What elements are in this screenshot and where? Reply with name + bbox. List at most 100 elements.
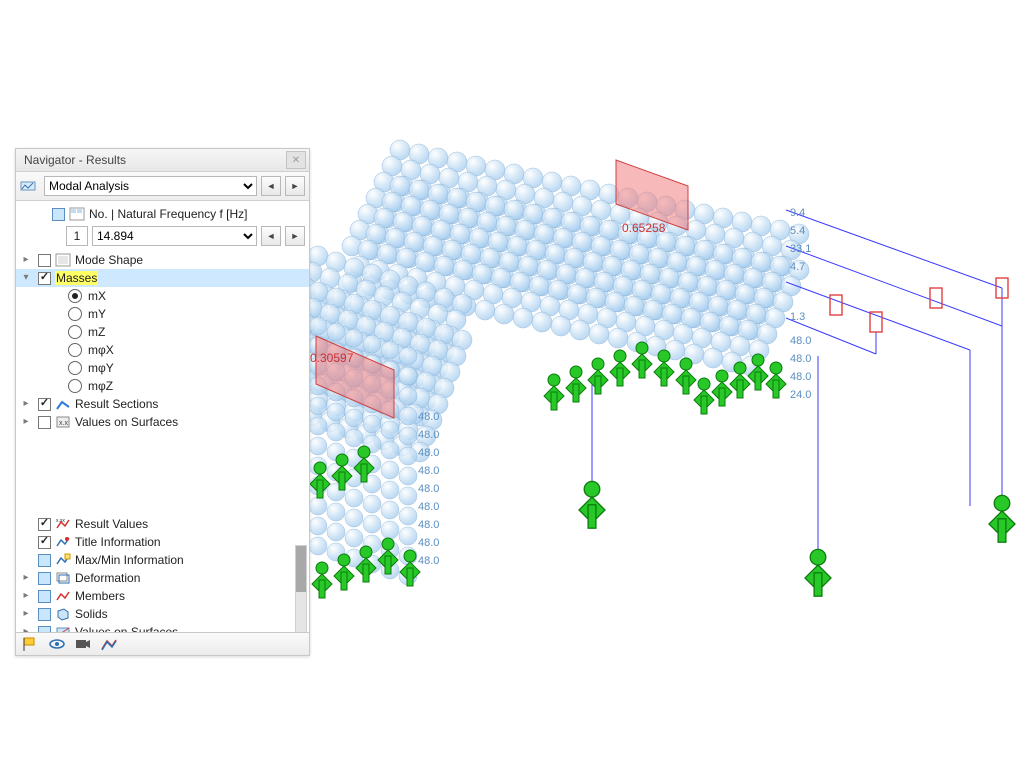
display-option-checkbox[interactable]	[38, 626, 51, 633]
svg-text:1.3: 1.3	[790, 311, 805, 323]
analysis-select[interactable]: Modal Analysis	[44, 176, 257, 196]
annotation-left: 0.30597	[310, 351, 354, 365]
tree-area: No. | Natural Frequency f [Hz] 1 14.894 …	[16, 201, 309, 632]
analysis-prev-button[interactable]: ◄	[261, 176, 281, 196]
ti-icon	[55, 535, 71, 549]
sol-icon	[55, 607, 71, 621]
expander-icon[interactable]: ▸	[20, 605, 32, 623]
rv-icon: x.xx	[55, 517, 71, 531]
mode-shape-checkbox[interactable]	[38, 254, 51, 267]
expander-icon[interactable]: ▸	[20, 251, 32, 269]
tree-result-sections[interactable]: ▸ Result Sections	[16, 395, 309, 413]
tree-scrollbar[interactable]	[295, 545, 307, 632]
svg-text:48.0: 48.0	[418, 483, 439, 495]
navigator-results-panel: Navigator - Results Modal Analysis ◄ ► N…	[15, 148, 310, 656]
expander-icon[interactable]: ▸	[20, 623, 32, 632]
mass-radio[interactable]	[68, 325, 82, 339]
beam-values: 48.0 48.0 48.0 48.0 48.0 48.0 48.0 48.0 …	[418, 411, 439, 567]
mass-radio[interactable]	[68, 343, 82, 357]
expander-icon[interactable]: ▸	[20, 413, 32, 431]
tree-masses[interactable]: ▾ Masses	[16, 269, 309, 287]
expander-icon[interactable]: ▸	[20, 395, 32, 413]
svg-text:48.0: 48.0	[418, 429, 439, 441]
vos-icon	[55, 625, 71, 632]
def-icon	[55, 571, 71, 585]
values-on-surfaces-icon: x.x	[55, 415, 71, 429]
frequency-header-row: No. | Natural Frequency f [Hz]	[16, 205, 309, 223]
analysis-next-button[interactable]: ►	[285, 176, 305, 196]
display-option-checkbox[interactable]	[38, 590, 51, 603]
display-option-deformation[interactable]: ▸Deformation	[16, 569, 309, 587]
frequency-number: 1	[66, 226, 88, 246]
mass-option-mx[interactable]: mX	[16, 287, 309, 305]
analysis-icon	[20, 179, 36, 193]
display-option-checkbox[interactable]	[38, 572, 51, 585]
frequency-prev-button[interactable]: ◄	[261, 226, 281, 246]
result-sections-icon	[55, 397, 71, 411]
display-option-result-values[interactable]: x.xxResult Values	[16, 515, 309, 533]
svg-text:9.4: 9.4	[790, 207, 805, 219]
scrollbar-thumb[interactable]	[296, 546, 306, 592]
tree-values-on-surfaces-top[interactable]: ▸ x.x Values on Surfaces	[16, 413, 309, 431]
display-option-max-min-information[interactable]: Max/Min Information	[16, 551, 309, 569]
analysis-selector-row: Modal Analysis ◄ ►	[16, 172, 309, 201]
svg-text:4.7: 4.7	[790, 261, 805, 273]
section-markers	[830, 278, 1008, 332]
svg-text:48.0: 48.0	[790, 335, 811, 347]
display-option-checkbox[interactable]	[38, 554, 51, 567]
frequency-select[interactable]: 14.894	[92, 226, 257, 246]
svg-text:x.x: x.x	[59, 420, 68, 427]
mass-radio[interactable]	[68, 307, 82, 321]
svg-text:33.1: 33.1	[790, 243, 811, 255]
mem-icon	[55, 589, 71, 603]
expander-icon[interactable]: ▸	[20, 569, 32, 587]
mass-option-mφy[interactable]: mφY	[16, 359, 309, 377]
mass-option-mφx[interactable]: mφX	[16, 341, 309, 359]
mode-shape-icon	[55, 253, 71, 267]
expander-icon[interactable]: ▸	[20, 587, 32, 605]
toolbar-flag-button[interactable]	[20, 635, 42, 653]
result-sections-checkbox[interactable]	[38, 398, 51, 411]
panel-titlebar: Navigator - Results	[16, 149, 309, 172]
toolbar-eye-button[interactable]	[46, 635, 68, 653]
svg-text:24.0: 24.0	[790, 389, 811, 401]
expander-icon[interactable]: ▾	[20, 269, 32, 287]
svg-text:48.0: 48.0	[418, 411, 439, 423]
svg-text:48.0: 48.0	[418, 537, 439, 549]
mass-option-mz[interactable]: mZ	[16, 323, 309, 341]
display-option-members[interactable]: ▸Members	[16, 587, 309, 605]
svg-text:48.0: 48.0	[790, 353, 811, 365]
panel-close-button[interactable]	[286, 151, 306, 169]
display-option-checkbox[interactable]	[38, 518, 51, 531]
svg-text:5.4: 5.4	[790, 225, 805, 237]
display-option-checkbox[interactable]	[38, 608, 51, 621]
display-option-checkbox[interactable]	[38, 536, 51, 549]
svg-text:48.0: 48.0	[418, 555, 439, 567]
display-option-values-on-surfaces[interactable]: ▸Values on Surfaces	[16, 623, 309, 632]
mass-option-mφz[interactable]: mφZ	[16, 377, 309, 395]
display-option-solids[interactable]: ▸Solids	[16, 605, 309, 623]
frequency-toggle[interactable]	[52, 208, 65, 221]
toolbar-camera-button[interactable]	[72, 635, 94, 653]
display-option-title-information[interactable]: Title Information	[16, 533, 309, 551]
tree-mode-shape[interactable]: ▸ Mode Shape	[16, 251, 309, 269]
masses-checkbox[interactable]	[38, 272, 51, 285]
mm-icon	[55, 553, 71, 567]
svg-text:48.0: 48.0	[418, 447, 439, 459]
svg-text:48.0: 48.0	[418, 465, 439, 477]
toolbar-graph-button[interactable]	[98, 635, 120, 653]
annotation-top: 0.65258	[622, 221, 666, 235]
panel-bottom-toolbar	[16, 632, 309, 655]
mass-radio[interactable]	[68, 289, 82, 303]
panel-title: Navigator - Results	[24, 153, 286, 167]
frequency-selector-row: 1 14.894 ◄ ►	[16, 223, 309, 251]
frequency-icon	[69, 207, 85, 221]
mass-radio[interactable]	[68, 361, 82, 375]
values-on-surfaces-checkbox[interactable]	[38, 416, 51, 429]
frequency-next-button[interactable]: ►	[285, 226, 305, 246]
svg-text:48.0: 48.0	[418, 501, 439, 513]
mass-option-my[interactable]: mY	[16, 305, 309, 323]
mass-radio[interactable]	[68, 379, 82, 393]
svg-text:x.xx: x.xx	[56, 518, 65, 524]
svg-text:48.0: 48.0	[790, 371, 811, 383]
